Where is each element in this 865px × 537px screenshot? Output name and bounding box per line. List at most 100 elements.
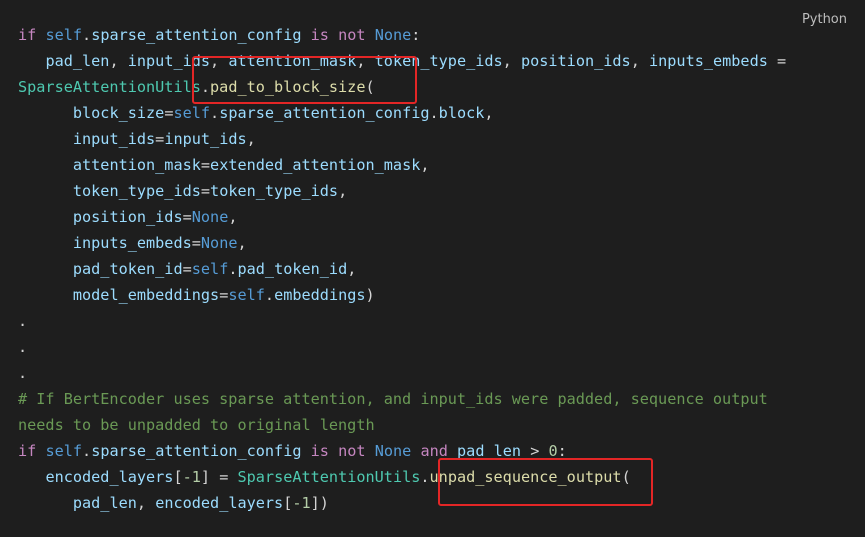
code-token-default: . xyxy=(210,104,220,122)
highlight-box-unpad-sequence-output xyxy=(438,458,653,506)
code-token-identifier: pad_len xyxy=(72,494,137,512)
code-token-comment: needs to be unpadded to original length xyxy=(18,416,375,434)
code-token-default: ]) xyxy=(310,494,329,512)
code-token-default: , xyxy=(246,130,256,148)
code-token-keyword: if xyxy=(18,26,37,44)
code-token-identifier: input_ids xyxy=(164,130,247,148)
code-token-identifier: block_size xyxy=(72,104,165,122)
code-line: token_type_ids=token_type_ids, xyxy=(18,178,795,204)
code-token-default xyxy=(329,442,338,460)
code-token-constant: None xyxy=(191,208,229,226)
code-token-default xyxy=(366,26,375,44)
code-token-operator: = xyxy=(200,182,211,200)
code-token-keyword: not xyxy=(338,26,366,44)
code-token-identifier: encoded_layers xyxy=(155,494,284,512)
code-token-self: self xyxy=(228,286,265,304)
code-token-identifier: inputs_embeds xyxy=(72,234,192,252)
code-token-default: . xyxy=(82,26,92,44)
code-line: . xyxy=(18,334,795,360)
code-token-default: , xyxy=(338,182,348,200)
code-line: if self.sparse_attention_config is not N… xyxy=(18,22,795,48)
code-token-operator: = xyxy=(155,130,165,148)
code-token-identifier: token_type_ids xyxy=(72,182,201,200)
code-token-default: . xyxy=(18,338,28,356)
code-token-number: -1 xyxy=(292,494,311,512)
code-token-identifier: position_ids xyxy=(520,52,631,70)
code-token-keyword: is xyxy=(310,26,329,44)
code-token-default: ) xyxy=(365,286,375,304)
code-token-constant: None xyxy=(200,234,238,252)
code-token-default xyxy=(18,130,73,148)
code-token-default: ] xyxy=(200,468,211,486)
code-token-default: . xyxy=(18,364,28,382)
code-token-identifier: encoded_layers xyxy=(45,468,174,486)
code-token-class: SparseAttentionUtils xyxy=(237,468,421,486)
code-token-default: . xyxy=(82,442,92,460)
code-token-default: [ xyxy=(173,468,183,486)
code-token-identifier: embeddings xyxy=(274,286,366,304)
code-token-identifier: sparse_attention_config xyxy=(219,104,430,122)
code-token-default: . xyxy=(429,104,439,122)
code-line: . xyxy=(18,360,795,386)
code-line: attention_mask=extended_attention_mask, xyxy=(18,152,795,178)
code-token-operator: = xyxy=(191,234,201,252)
code-token-default xyxy=(18,156,73,174)
code-token-default: . xyxy=(228,260,238,278)
code-token-default xyxy=(18,104,73,122)
code-token-comment: # If BertEncoder uses sparse attention, … xyxy=(18,390,768,408)
code-line: inputs_embeds=None, xyxy=(18,230,795,256)
code-editor[interactable]: Python if self.sparse_attention_config i… xyxy=(0,0,865,537)
code-token-default: . xyxy=(420,468,430,486)
code-token-class: SparseAttentionUtils xyxy=(18,78,201,96)
code-token-operator: = xyxy=(767,52,796,70)
code-token-constant: None xyxy=(374,442,412,460)
code-line: needs to be unpadded to original length xyxy=(18,412,795,438)
code-token-operator: = xyxy=(182,260,192,278)
code-token-default: , xyxy=(228,208,238,226)
code-token-default: , xyxy=(347,260,357,278)
code-token-identifier: position_ids xyxy=(72,208,183,226)
code-line: encoded_layers[-1] = SparseAttentionUtil… xyxy=(18,464,795,490)
code-token-default xyxy=(18,52,45,70)
code-token-operator: = xyxy=(219,286,229,304)
code-token-identifier: pad_token_id xyxy=(72,260,183,278)
code-line: position_ids=None, xyxy=(18,204,795,230)
code-line: # If BertEncoder uses sparse attention, … xyxy=(18,386,795,412)
code-token-default: , xyxy=(502,52,521,70)
code-token-operator: = xyxy=(182,208,192,226)
code-token-number: -1 xyxy=(182,468,201,486)
code-token-default xyxy=(18,182,73,200)
code-token-self: self xyxy=(45,26,83,44)
code-line: input_ids=input_ids, xyxy=(18,126,795,152)
code-token-identifier: inputs_embeds xyxy=(649,52,768,70)
code-token-default: , xyxy=(136,494,156,512)
code-line: pad_len, encoded_layers[-1]) xyxy=(18,490,795,516)
code-token-constant: None xyxy=(374,26,412,44)
code-line: if self.sparse_attention_config is not N… xyxy=(18,438,795,464)
code-token-identifier: pad_len xyxy=(45,52,110,70)
code-token-default: : xyxy=(411,26,421,44)
code-token-default xyxy=(18,234,73,252)
code-token-self: self xyxy=(191,260,229,278)
code-token-self: self xyxy=(45,442,83,460)
code-token-default xyxy=(18,468,45,486)
code-token-default: , xyxy=(420,156,430,174)
code-token-keyword: is xyxy=(310,442,329,460)
code-token-operator: = xyxy=(200,156,211,174)
code-token-default xyxy=(302,442,311,460)
code-token-identifier: sparse_attention_config xyxy=(91,442,302,460)
code-token-identifier: token_type_ids xyxy=(210,182,339,200)
code-token-default: , xyxy=(237,234,247,252)
code-token-keyword: not xyxy=(338,442,366,460)
code-token-default xyxy=(18,260,73,278)
code-token-keyword: if xyxy=(18,442,37,460)
code-token-identifier: extended_attention_mask xyxy=(210,156,421,174)
code-token-identifier: pad_token_id xyxy=(237,260,348,278)
code-token-default: . xyxy=(18,312,28,330)
code-line: . xyxy=(18,308,795,334)
code-line: model_embeddings=self.embeddings) xyxy=(18,282,795,308)
code-token-identifier: input_ids xyxy=(72,130,156,148)
code-token-identifier: sparse_attention_config xyxy=(91,26,302,44)
highlight-box-pad-to-block-size xyxy=(192,56,417,104)
code-token-self: self xyxy=(173,104,211,122)
